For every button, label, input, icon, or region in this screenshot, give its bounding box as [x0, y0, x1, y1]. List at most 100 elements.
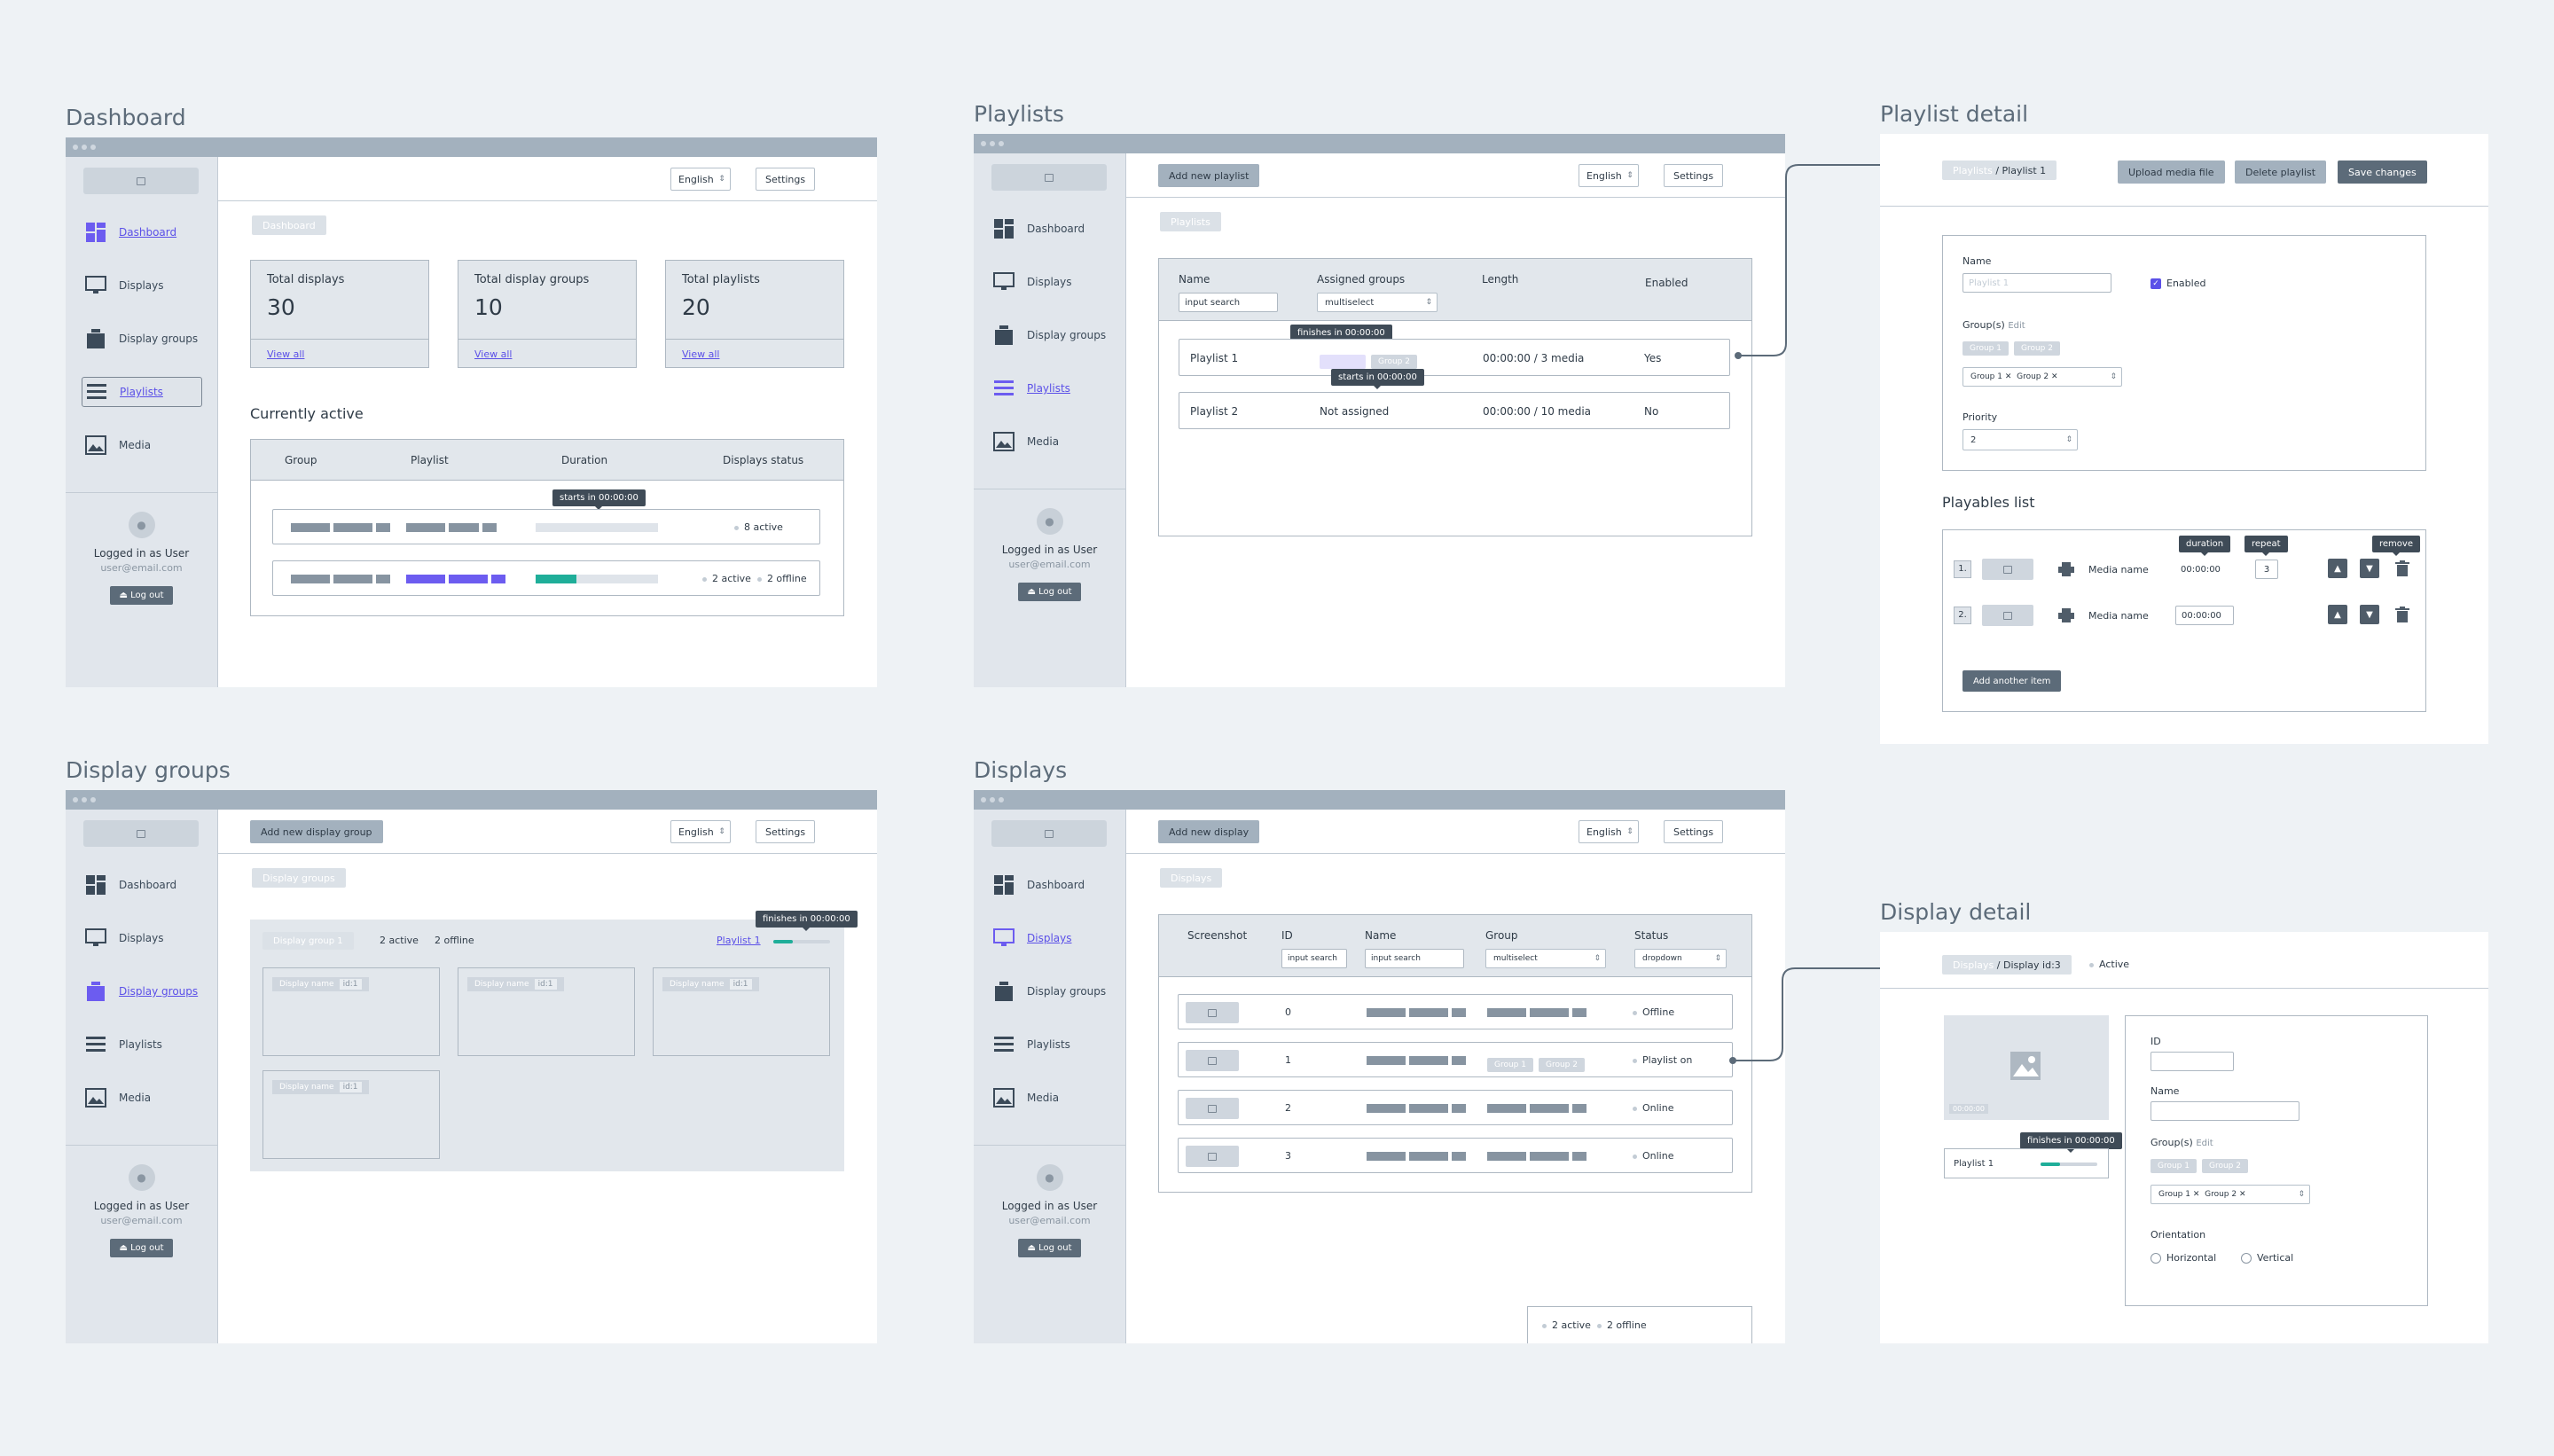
logout-button[interactable]: ⏏ Log out [1018, 1239, 1081, 1257]
settings-button[interactable]: Settings [756, 168, 816, 191]
radio-button[interactable] [2241, 1253, 2252, 1264]
add-display-group-button[interactable]: Add new display group [250, 820, 383, 843]
display-group-card[interactable]: Display group 1 2 active 2 offline finis… [250, 911, 858, 1171]
current-playlist[interactable]: Playlist 1 [1944, 1148, 2109, 1178]
move-down-button[interactable]: ▼ [2360, 559, 2379, 578]
delete-playlist-button[interactable]: Delete playlist [2235, 160, 2327, 184]
view-all-link[interactable]: View all [267, 348, 304, 360]
name-search-input[interactable]: input search [1365, 949, 1464, 968]
playlist-icon [85, 1035, 106, 1054]
sidebar-item-displays[interactable]: Displays [82, 923, 202, 953]
screenshot-thumbnail[interactable] [1186, 1002, 1239, 1023]
column-header: Enabled [1645, 277, 1688, 289]
name-input[interactable] [2151, 1101, 2299, 1121]
trash-icon[interactable] [2395, 560, 2409, 580]
status-dropdown[interactable]: dropdown [1634, 949, 1727, 968]
display-card[interactable]: Display name id:1 [653, 967, 830, 1056]
table-row[interactable]: 2 Online [1178, 1090, 1733, 1125]
logout-button[interactable]: ⏏ Log out [110, 1239, 173, 1257]
name-input[interactable]: Playlist 1 [1963, 273, 2111, 293]
sidebar-item-dashboard[interactable]: Dashboard [990, 870, 1110, 900]
playlist-detail-window: Playlists / Playlist 1 Upload media file… [1880, 134, 2488, 744]
table-row[interactable]: Playlist 1 Group 1 Group 2 00:00:00 / 3 m… [1179, 339, 1730, 376]
add-playlist-button[interactable]: Add new playlist [1158, 164, 1260, 187]
group-multiselect[interactable]: multiselect [1485, 949, 1606, 968]
language-select[interactable]: English [670, 820, 731, 843]
screenshot-thumbnail[interactable] [1186, 1098, 1239, 1119]
language-select[interactable]: English [1579, 164, 1639, 187]
sidebar-item-dashboard[interactable]: Dashboard [990, 214, 1110, 244]
table-row[interactable]: 2 active 2 offline [272, 560, 820, 596]
sidebar-item-display-groups[interactable]: Display groups [990, 320, 1110, 350]
move-up-button[interactable]: ▲ [2328, 605, 2347, 624]
table-row[interactable]: 3 Online [1178, 1138, 1733, 1173]
sidebar-item-dashboard[interactable]: Dashboard [82, 217, 202, 247]
save-changes-button[interactable]: Save changes [2338, 160, 2427, 184]
printer-icon [2058, 608, 2074, 626]
sidebar-item-dashboard[interactable]: Dashboard [82, 870, 202, 900]
settings-button[interactable]: Settings [756, 820, 816, 843]
breadcrumb-root[interactable]: Playlists [1953, 165, 1993, 176]
sidebar-item-displays[interactable]: Displays [990, 267, 1110, 297]
id-input[interactable] [2151, 1052, 2234, 1071]
language-select[interactable]: English [1579, 820, 1639, 843]
groups-multiselect[interactable]: multiselect [1317, 293, 1438, 312]
add-item-button[interactable]: Add another item [1963, 670, 2062, 692]
edit-link[interactable]: Edit [2196, 1139, 2213, 1148]
duration-input[interactable]: 00:00:00 [2175, 606, 2234, 625]
sidebar-item-media[interactable]: Media [82, 1083, 202, 1113]
sidebar-item-display-groups[interactable]: Display groups [990, 976, 1110, 1006]
sidebar-item-display-groups[interactable]: Display groups [82, 324, 202, 354]
sidebar-item-media[interactable]: Media [990, 1083, 1110, 1113]
upload-media-button[interactable]: Upload media file [2118, 160, 2225, 184]
duration-input[interactable]: 00:00:00 [2175, 560, 2232, 579]
move-down-button[interactable]: ▼ [2360, 605, 2379, 624]
settings-button[interactable]: Settings [1664, 164, 1724, 187]
sidebar-item-playlists[interactable]: Playlists [990, 373, 1110, 403]
sidebar-item-playlists[interactable]: Playlists [82, 377, 202, 407]
logout-button[interactable]: ⏏ Log out [110, 586, 173, 605]
table-row[interactable]: 1 Group 1 Group 2 Playlist on [1178, 1042, 1733, 1077]
table-row[interactable]: 8 active [272, 509, 820, 544]
add-display-button[interactable]: Add new display [1158, 820, 1260, 843]
move-up-button[interactable]: ▲ [2328, 559, 2347, 578]
dashboard-icon [993, 219, 1015, 239]
display-card[interactable]: Display name id:1 [458, 967, 635, 1056]
groups-multiselect[interactable]: Group 1 ✕ Group 2 ✕ [2151, 1185, 2310, 1204]
sidebar-item-display-groups[interactable]: Display groups [82, 976, 202, 1006]
enabled-checkbox[interactable]: ✓ [2151, 278, 2161, 289]
repeat-input[interactable]: 3 [2255, 560, 2278, 579]
display-card[interactable]: Display name id:1 [262, 967, 440, 1056]
nav-label: Dashboard [1027, 223, 1085, 235]
priority-select[interactable]: 2 [1963, 429, 2078, 450]
orientation-vertical[interactable]: Vertical [2241, 1252, 2293, 1264]
logout-button[interactable]: ⏏ Log out [1018, 583, 1081, 601]
group-tags: Group 1 Group 2 [1487, 1053, 1590, 1072]
name-search-input[interactable]: input search [1179, 293, 1278, 312]
sidebar-item-displays[interactable]: Displays [990, 923, 1110, 953]
table-row[interactable]: Playlist 2 Not assigned 00:00:00 / 10 me… [1179, 392, 1730, 429]
sidebar-item-media[interactable]: Media [82, 430, 202, 460]
id-search-input[interactable]: input search [1281, 949, 1347, 968]
tooltip: finishes in 00:00:00 [756, 911, 858, 931]
progress-bar [773, 940, 830, 943]
sidebar-item-displays[interactable]: Displays [82, 270, 202, 301]
settings-button[interactable]: Settings [1664, 820, 1724, 843]
playlist-link[interactable]: Playlist 1 [717, 935, 761, 946]
sidebar-item-playlists[interactable]: Playlists [990, 1029, 1110, 1060]
sidebar-item-playlists[interactable]: Playlists [82, 1029, 202, 1060]
language-select[interactable]: English [670, 168, 731, 191]
screenshot-thumbnail[interactable] [1186, 1050, 1239, 1071]
screenshot-thumbnail[interactable] [1186, 1146, 1239, 1167]
table-row[interactable]: 0 Offline [1178, 994, 1733, 1029]
trash-icon[interactable] [2395, 607, 2409, 626]
display-card[interactable]: Display name id:1 [262, 1070, 440, 1159]
groups-multiselect[interactable]: Group 1 ✕ Group 2 ✕ [1963, 367, 2122, 387]
orientation-horizontal[interactable]: Horizontal [2151, 1252, 2216, 1264]
radio-button[interactable] [2151, 1253, 2161, 1264]
view-all-link[interactable]: View all [474, 348, 512, 360]
view-all-link[interactable]: View all [682, 348, 719, 360]
edit-link[interactable]: Edit [2008, 321, 2025, 331]
breadcrumb-root[interactable]: Displays [1953, 959, 1994, 971]
sidebar-item-media[interactable]: Media [990, 427, 1110, 457]
